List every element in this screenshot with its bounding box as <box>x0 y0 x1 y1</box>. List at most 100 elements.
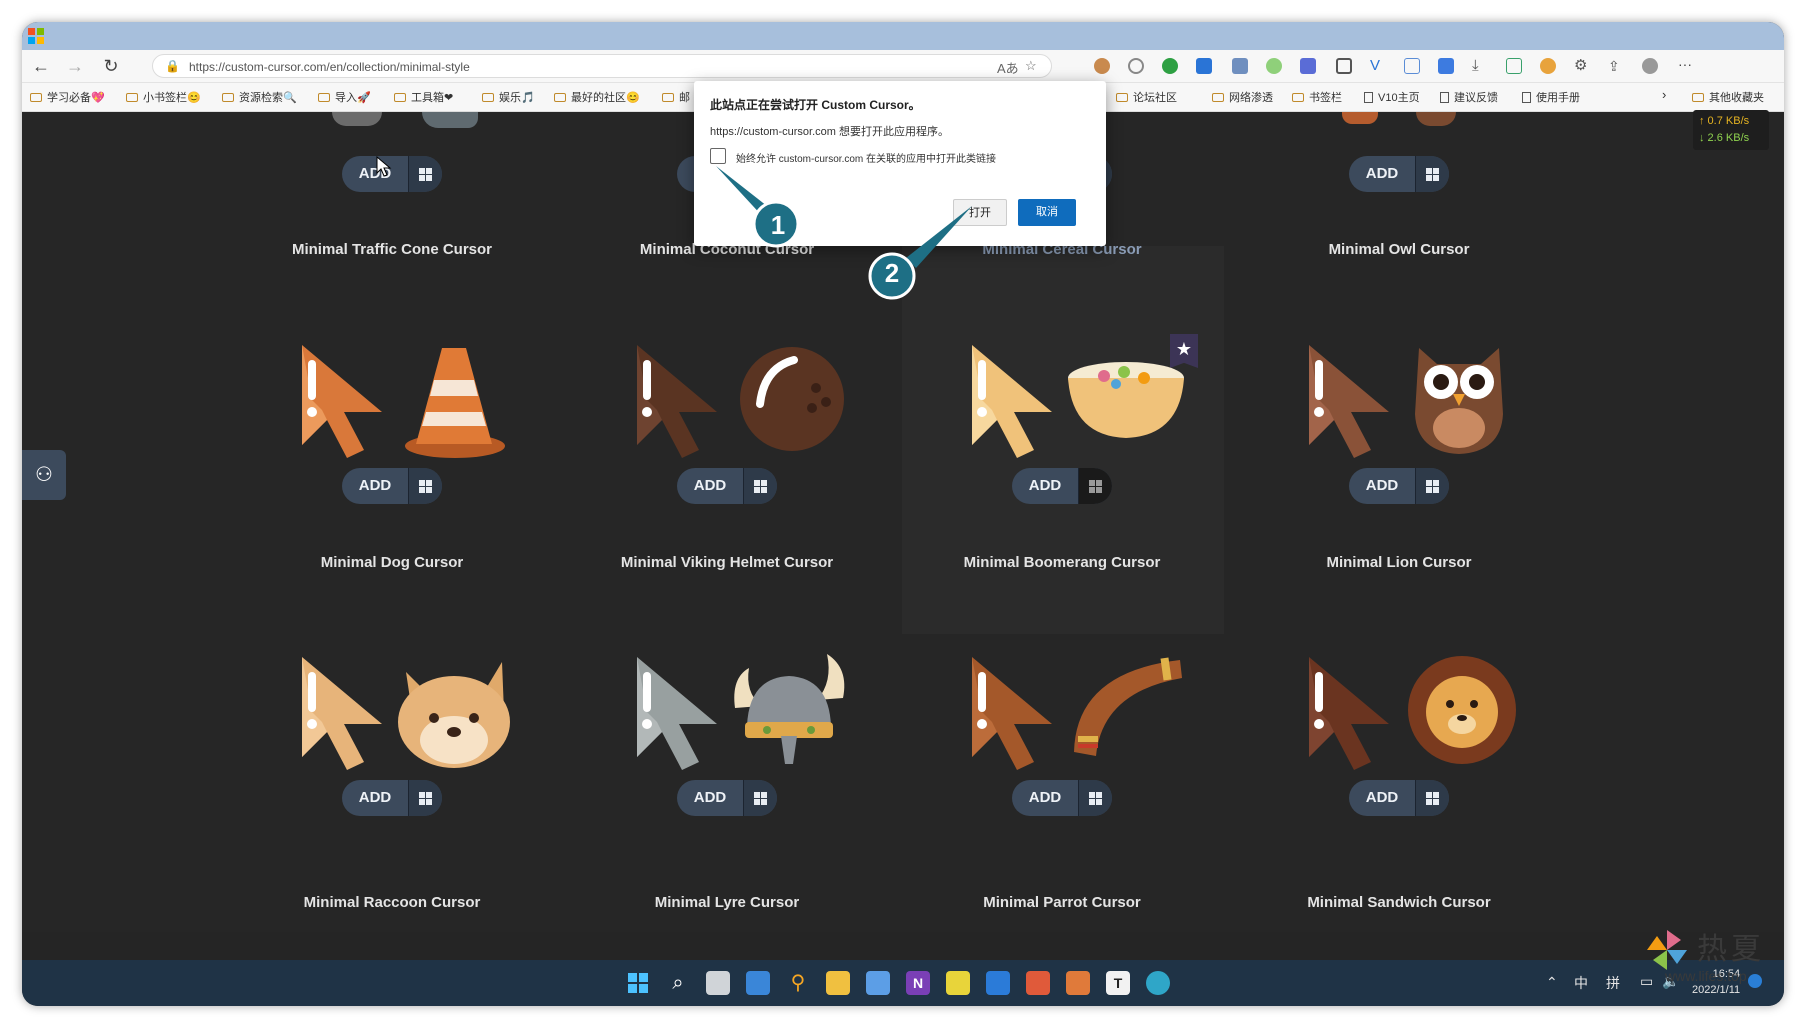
callout-2-number: 2 <box>884 258 900 288</box>
app-yellow-icon[interactable] <box>946 971 970 995</box>
extension-leaf-icon[interactable] <box>1162 58 1178 74</box>
extension-v-icon[interactable]: V <box>1370 58 1386 74</box>
bookmark-folder[interactable]: 最好的社区😊 <box>554 89 640 105</box>
windows-icon[interactable] <box>408 468 442 504</box>
refresh-icon[interactable]: ↻ <box>98 54 124 78</box>
windows-icon[interactable] <box>743 468 777 504</box>
cursor-name[interactable]: Minimal Traffic Cone Cursor <box>242 241 542 258</box>
folder-icon <box>1212 93 1224 102</box>
bookmark-page[interactable]: 使用手册 <box>1522 89 1580 105</box>
forward-icon[interactable]: → <box>62 54 88 78</box>
folder-icon <box>554 93 566 102</box>
extension-pin-icon[interactable] <box>1438 58 1454 74</box>
download-icon[interactable]: ⤓ <box>1472 58 1488 74</box>
read-aloud-icon[interactable]: Aあ <box>997 58 1019 77</box>
add-cursor-button[interactable]: ADD <box>342 468 442 504</box>
cursor-name[interactable]: Minimal Sandwich Cursor <box>1249 894 1549 911</box>
cursor-name[interactable]: Minimal Parrot Cursor <box>912 894 1212 911</box>
bookmark-page[interactable]: 建议反馈 <box>1440 89 1498 105</box>
ime-mode[interactable]: 中 <box>1574 973 1588 993</box>
add-cursor-button[interactable]: ADD <box>1349 156 1449 192</box>
extension-shield-icon[interactable] <box>1128 58 1144 74</box>
windows-icon[interactable] <box>1415 468 1449 504</box>
bookmark-label: V10主页 <box>1378 92 1420 104</box>
extension-monkey-icon[interactable] <box>1094 58 1110 74</box>
bookmark-folder[interactable]: 邮 <box>662 89 690 105</box>
bookmark-label: 资源检索🔍 <box>239 92 297 104</box>
cursor-name[interactable]: Minimal Boomerang Cursor <box>912 554 1212 571</box>
share-icon[interactable]: ⇪ <box>1608 58 1624 74</box>
bookmark-folder[interactable]: 导入🚀 <box>318 89 371 105</box>
bookmark-folder[interactable]: 论坛社区 <box>1116 89 1177 105</box>
extensions-puzzle-icon[interactable]: ⚙ <box>1574 58 1590 74</box>
bookmark-folder[interactable]: 网络渗透 <box>1212 89 1273 105</box>
add-cursor-button[interactable]: ADD <box>1012 780 1112 816</box>
favorite-add-icon[interactable]: ☆ <box>1025 58 1037 74</box>
bookmark-folder[interactable]: 书签栏 <box>1292 89 1342 105</box>
cursor-name[interactable]: Minimal Lion Cursor <box>1249 554 1549 571</box>
windows-icon[interactable] <box>1078 780 1112 816</box>
extension-grid-icon[interactable] <box>1232 58 1248 74</box>
folder-icon <box>394 93 406 102</box>
cursor-name[interactable]: Minimal Dog Cursor <box>242 554 542 571</box>
more-menu-icon[interactable]: ··· <box>1678 57 1694 74</box>
extension-music-icon[interactable] <box>1196 58 1212 74</box>
app-orange-icon[interactable] <box>1066 971 1090 995</box>
arrow-cursor-icon <box>972 657 1052 770</box>
cursor-name[interactable]: Minimal Raccoon Cursor <box>242 894 542 911</box>
extension-arrow-icon[interactable] <box>1300 58 1316 74</box>
arrow-cursor-icon <box>637 345 717 458</box>
cursor-name[interactable]: Minimal Lyre Cursor <box>577 894 877 911</box>
bookmark-folder[interactable]: 小书签栏😊 <box>126 89 201 105</box>
extension-circle-icon[interactable] <box>1266 58 1282 74</box>
add-cursor-button[interactable]: ADD <box>677 468 777 504</box>
file-explorer-icon[interactable] <box>826 971 850 995</box>
tray-chevron-icon[interactable]: ⌃ <box>1546 974 1558 991</box>
cancel-button[interactable]: 取消 <box>1018 199 1076 226</box>
start-menu-icon[interactable] <box>626 971 650 995</box>
add-cursor-button[interactable]: ADD <box>342 156 442 192</box>
onenote-icon[interactable]: N <box>906 971 930 995</box>
search-tool-icon[interactable]: ⚲ <box>786 971 810 995</box>
folder-icon <box>222 93 234 102</box>
user-group-add-icon[interactable]: ⚇ <box>22 450 66 500</box>
edge-browser-icon[interactable] <box>1146 971 1170 995</box>
extension-orange-icon[interactable] <box>1540 58 1556 74</box>
windows-icon[interactable] <box>1415 156 1449 192</box>
extension-page-icon[interactable] <box>1404 58 1420 74</box>
add-cursor-button[interactable]: ADD <box>677 780 777 816</box>
other-favorites-folder[interactable]: 其他收藏夹 <box>1692 89 1764 105</box>
app-red-icon[interactable] <box>1026 971 1050 995</box>
vscode-icon[interactable] <box>986 971 1010 995</box>
extension-u-icon[interactable] <box>1336 58 1352 74</box>
store-icon[interactable] <box>866 971 890 995</box>
watermark-title: 热夏 <box>1697 932 1765 967</box>
windows-icon[interactable] <box>1415 780 1449 816</box>
cursor-name[interactable]: Minimal Viking Helmet Cursor <box>577 554 877 571</box>
windows-icon[interactable] <box>408 156 442 192</box>
add-cursor-button[interactable]: ADD <box>1012 468 1112 504</box>
task-view-icon[interactable] <box>706 971 730 995</box>
typora-icon[interactable]: T <box>1106 971 1130 995</box>
add-cursor-button[interactable]: ADD <box>1349 468 1449 504</box>
address-bar[interactable]: 🔒 https://custom-cursor.com/en/collectio… <box>152 54 1052 78</box>
bookmark-folder[interactable]: 娱乐🎵 <box>482 89 535 105</box>
bookmarks-overflow-chevron-icon[interactable]: › <box>1662 87 1666 102</box>
windows-icon[interactable] <box>743 780 777 816</box>
search-icon[interactable]: ⌕ <box>666 971 690 995</box>
add-cursor-button[interactable]: ADD <box>342 780 442 816</box>
bookmark-folder[interactable]: 资源检索🔍 <box>222 89 297 105</box>
windows-icon[interactable] <box>408 780 442 816</box>
widgets-icon[interactable] <box>746 971 770 995</box>
cursor-name[interactable]: Minimal Owl Cursor <box>1249 241 1549 258</box>
download-speed: ↓ 2.6 KB/s <box>1699 132 1750 144</box>
ime-pinyin[interactable]: 拼 <box>1606 973 1620 993</box>
back-icon[interactable]: ← <box>28 54 54 78</box>
collections-icon[interactable] <box>1506 58 1522 74</box>
bookmark-folder[interactable]: 学习必备💖 <box>30 89 105 105</box>
add-cursor-button[interactable]: ADD <box>1349 780 1449 816</box>
arrow-cursor-icon <box>302 345 382 458</box>
profile-avatar-icon[interactable] <box>1642 58 1658 74</box>
bookmark-folder[interactable]: 工具箱❤ <box>394 89 453 105</box>
bookmark-page[interactable]: V10主页 <box>1364 89 1420 105</box>
